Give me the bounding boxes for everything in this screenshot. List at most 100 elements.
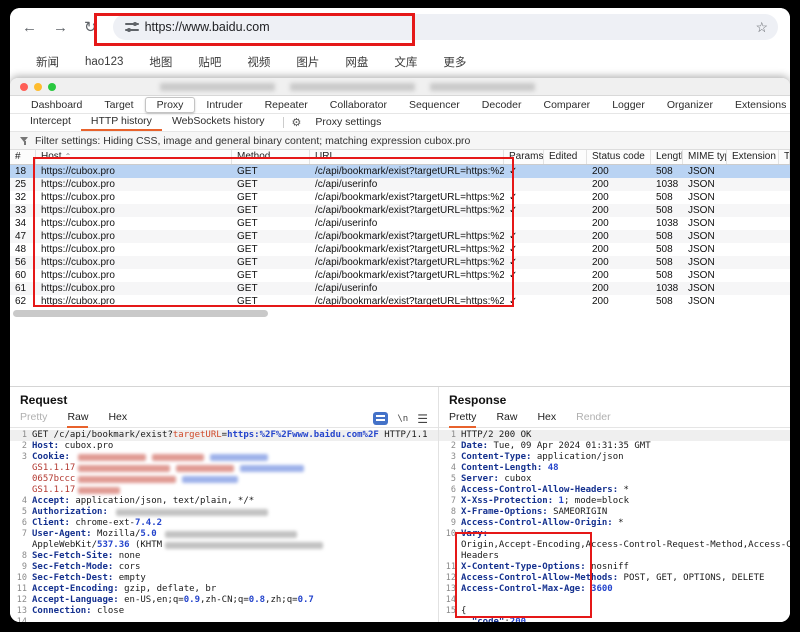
site-controls-icon[interactable] <box>125 22 139 32</box>
code-line: 8X-Frame-Options: SAMEORIGIN <box>439 507 790 518</box>
history-row[interactable]: 60https://cubox.proGET/c/api/bookmark/ex… <box>10 269 790 282</box>
address-bar[interactable]: https://www.baidu.com ☆ <box>113 14 778 40</box>
site-link--[interactable]: 新闻 <box>36 54 59 70</box>
back-icon[interactable]: ← <box>22 20 37 35</box>
url-text[interactable]: https://www.baidu.com <box>145 20 270 34</box>
tab-sequencer[interactable]: Sequencer <box>398 98 471 112</box>
show-newlines-icon[interactable]: \n <box>397 414 408 424</box>
column-header-extension[interactable]: Extension <box>727 150 779 164</box>
minimize-window-icon[interactable] <box>34 83 42 91</box>
tab-websockets-history[interactable]: WebSockets history <box>162 114 275 129</box>
site-link--[interactable]: 视频 <box>247 54 270 70</box>
editor-tab-raw[interactable]: Raw <box>67 410 88 428</box>
code-line: 7X-Xss-Protection: 1; mode=block <box>439 496 790 507</box>
column-header-host[interactable]: Host⌃ <box>36 150 232 164</box>
history-row[interactable]: 56https://cubox.proGET/c/api/bookmark/ex… <box>10 256 790 269</box>
code-line: 9Sec-Fetch-Mode: cors <box>10 562 438 573</box>
line-number: 3 <box>439 452 461 463</box>
code-line: 5Server: cubox <box>439 474 790 485</box>
history-row[interactable]: 34https://cubox.proGET/c/api/userinfo200… <box>10 217 790 230</box>
column-header-t[interactable]: T <box>779 150 790 164</box>
redacted-text <box>165 531 297 538</box>
tab-intercept[interactable]: Intercept <box>20 114 81 129</box>
site-link--[interactable]: 文库 <box>394 54 417 70</box>
tab-dashboard[interactable]: Dashboard <box>20 98 93 112</box>
history-row[interactable]: 32https://cubox.proGET/c/api/bookmark/ex… <box>10 191 790 204</box>
reload-icon[interactable]: ↻ <box>84 20 97 35</box>
code-line: 11X-Content-Type-Options: nosniff <box>439 562 790 573</box>
column-header-method[interactable]: Method <box>232 150 310 164</box>
history-row[interactable]: 25https://cubox.proGET/c/api/userinfo200… <box>10 178 790 191</box>
response-editor-content[interactable]: 1HTTP/2 200 OK2Date: Tue, 09 Apr 2024 01… <box>439 428 790 622</box>
tab-comparer[interactable]: Comparer <box>533 98 602 112</box>
tab-extensions[interactable]: Extensions <box>724 98 790 112</box>
tab-proxy[interactable]: Proxy <box>145 97 196 113</box>
line-number: 4 <box>439 463 461 474</box>
editor-menu-icon[interactable]: ☰ <box>417 413 428 425</box>
tab-collaborator[interactable]: Collaborator <box>319 98 398 112</box>
column-header-edited[interactable]: Edited <box>544 150 587 164</box>
message-editor-split: Request PrettyRawHex \n ☰ 1GET /c/api/bo… <box>10 386 790 622</box>
history-row[interactable]: 33https://cubox.proGET/c/api/bookmark/ex… <box>10 204 790 217</box>
site-link--[interactable]: 网盘 <box>345 54 368 70</box>
column-header-params[interactable]: Params <box>504 150 544 164</box>
tab-logger[interactable]: Logger <box>601 98 656 112</box>
tab-organizer[interactable]: Organizer <box>656 98 724 112</box>
tab-proxy-settings[interactable]: Proxy settings <box>305 115 391 130</box>
burp-main-tabs: DashboardTargetProxyIntruderRepeaterColl… <box>10 96 790 114</box>
column-header-url[interactable]: URL <box>310 150 504 164</box>
site-link--[interactable]: 图片 <box>296 54 319 70</box>
tab-intruder[interactable]: Intruder <box>195 98 253 112</box>
history-row[interactable]: 62https://cubox.proGET/c/api/bookmark/ex… <box>10 295 790 308</box>
close-window-icon[interactable] <box>20 83 28 91</box>
site-link--[interactable]: 更多 <box>443 54 466 70</box>
history-row[interactable]: 18https://cubox.proGET/c/api/bookmark/ex… <box>10 165 790 178</box>
code-line: AppleWebKit/537.36 (KHTM <box>10 540 438 551</box>
site-link-hao123[interactable]: hao123 <box>85 56 123 68</box>
editor-tab-hex[interactable]: Hex <box>108 410 127 426</box>
tab-repeater[interactable]: Repeater <box>254 98 319 112</box>
redacted-text <box>78 465 170 472</box>
bookmark-star-icon[interactable]: ☆ <box>755 19 768 36</box>
line-number <box>10 474 32 485</box>
burp-window: DashboardTargetProxyIntruderRepeaterColl… <box>10 78 790 622</box>
tab-http-history[interactable]: HTTP history <box>81 114 162 131</box>
editor-tab-pretty[interactable]: Pretty <box>449 410 476 428</box>
site-link--[interactable]: 贴吧 <box>198 54 221 70</box>
forward-icon[interactable]: → <box>53 20 68 35</box>
history-filter-bar[interactable]: Filter settings: Hiding CSS, image and g… <box>10 132 790 150</box>
column-header--[interactable]: # <box>10 150 36 164</box>
line-number: 15 <box>439 606 461 617</box>
tab-decoder[interactable]: Decoder <box>471 98 533 112</box>
burp-proxy-subtabs: InterceptHTTP historyWebSockets history … <box>10 114 790 132</box>
editor-tab-raw[interactable]: Raw <box>496 410 517 426</box>
redacted-title-text <box>430 83 535 91</box>
column-header-length[interactable]: Length <box>651 150 683 164</box>
editor-search-toggle-icon[interactable] <box>373 412 388 425</box>
editor-tab-hex[interactable]: Hex <box>537 410 556 426</box>
line-number <box>10 485 32 496</box>
zoom-window-icon[interactable] <box>48 83 56 91</box>
history-row[interactable]: 48https://cubox.proGET/c/api/bookmark/ex… <box>10 243 790 256</box>
code-line: 7User-Agent: Mozilla/5.0 <box>10 529 438 540</box>
response-editor-tabs: PrettyRawHexRender <box>439 410 790 428</box>
code-line: Headers <box>439 551 790 562</box>
history-table-body: 18https://cubox.proGET/c/api/bookmark/ex… <box>10 165 790 308</box>
response-panel-title: Response <box>439 387 790 410</box>
tab-target[interactable]: Target <box>93 98 144 112</box>
code-line: GS1.1.17 <box>10 463 438 474</box>
code-line: GS1.1.17 <box>10 485 438 496</box>
request-editor-content[interactable]: 1GET /c/api/bookmark/exist?targetURL=htt… <box>10 428 438 622</box>
line-number: 6 <box>10 518 32 529</box>
history-row[interactable]: 61https://cubox.proGET/c/api/userinfo200… <box>10 282 790 295</box>
column-header-mime-type[interactable]: MIME type <box>683 150 727 164</box>
history-row[interactable]: 47https://cubox.proGET/c/api/bookmark/ex… <box>10 230 790 243</box>
hscrollbar-thumb[interactable] <box>13 310 268 317</box>
column-header-status-code[interactable]: Status code <box>587 150 651 164</box>
code-line: 12Accept-Language: en-US,en;q=0.9,zh-CN;… <box>10 595 438 606</box>
code-line: 14 <box>439 595 790 606</box>
sort-asc-icon: ⌃ <box>65 152 72 161</box>
history-hscrollbar[interactable] <box>10 308 790 319</box>
site-link--[interactable]: 地图 <box>149 54 172 70</box>
line-number: 11 <box>439 562 461 573</box>
